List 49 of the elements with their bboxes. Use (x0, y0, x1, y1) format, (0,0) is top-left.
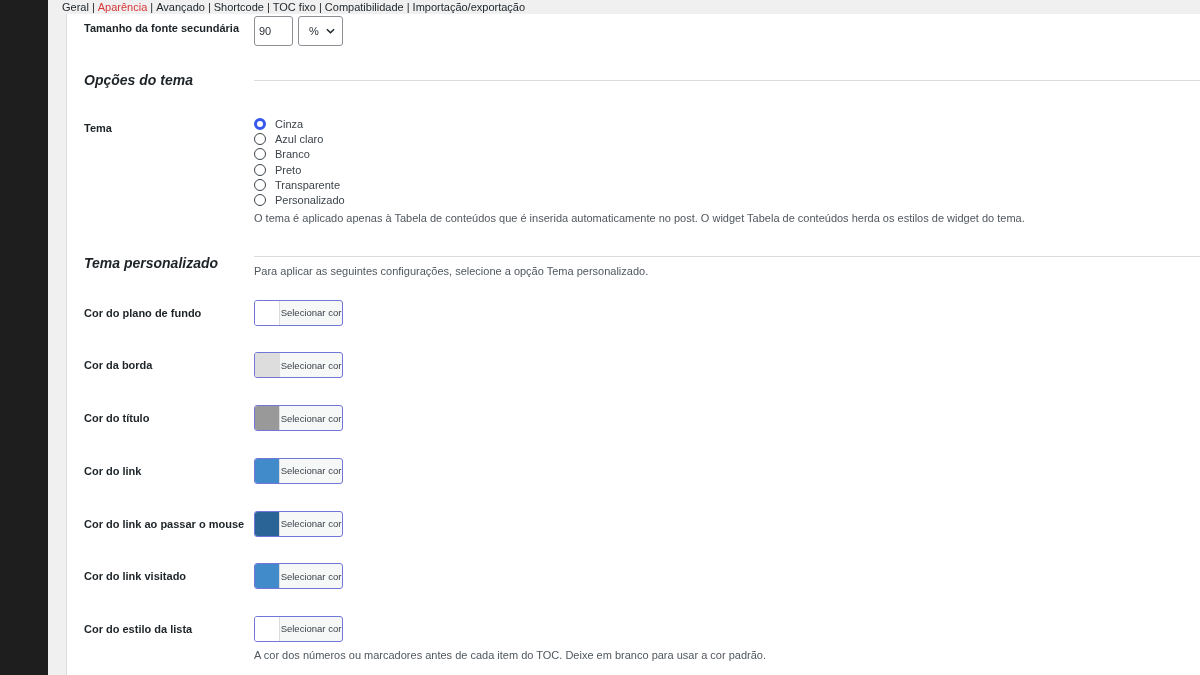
radio-button[interactable] (254, 132, 266, 145)
nav-separator: | (266, 1, 270, 13)
description-text: O tema é aplicado apenas à Tabela de conteúdos que é inserida automaticamente no post. O widget Tabela de conteúdos herda os estilos de widget do tema. (254, 210, 1026, 226)
field-label: Cor do link visitado (84, 569, 188, 585)
radio-label[interactable]: Branco (275, 147, 310, 162)
nav-tab[interactable]: Avançado (156, 1, 205, 13)
nav-separator: | (319, 1, 322, 13)
nav-separator: | (91, 1, 95, 13)
select-color-button[interactable]: Selecionar cor (254, 352, 343, 379)
field-label: Cor do plano de fundo (84, 305, 203, 321)
nav-tab[interactable]: Aparência (97, 1, 148, 13)
radio-label[interactable]: Transparente (275, 177, 341, 192)
radio-button[interactable] (254, 178, 266, 191)
nav-tab[interactable]: Geral (62, 1, 89, 13)
radio-button[interactable] (254, 117, 266, 130)
select-color-button[interactable]: Selecionar cor (254, 405, 343, 432)
description-text: Para aplicar as seguintes configurações, selecione a opção Tema personalizado. (254, 263, 650, 279)
section-heading: Opções do tema (84, 71, 194, 90)
nav-tab[interactable]: Shortcode (213, 1, 264, 13)
caret-icon (326, 28, 335, 34)
section-heading: Tema personalizado (84, 253, 220, 273)
nav-separator: | (150, 1, 154, 13)
description-text: A cor dos números ou marcadores antes de cada item do TOC. Deixe em branco para usar a cor padrão. (254, 647, 767, 663)
nav-tab[interactable]: Compatibilidade (324, 1, 404, 13)
field-label: Cor do título (84, 411, 151, 427)
select-color-button[interactable]: Selecionar cor (254, 615, 343, 642)
field-label: Tema (84, 121, 113, 136)
font-size-input[interactable]: 90 (254, 16, 293, 46)
nav-tab[interactable]: TOC fixo (272, 1, 316, 13)
select-color-button[interactable]: Selecionar cor (254, 457, 343, 484)
radio-label[interactable]: Personalizado (275, 193, 345, 208)
select-color-button[interactable]: Selecionar cor (254, 299, 343, 326)
field-label: Cor do estilo da lista (84, 621, 194, 637)
field-label: Cor da borda (84, 358, 154, 374)
nav-tab[interactable]: Importação/exportação (412, 1, 526, 13)
select-color-button[interactable]: Selecionar cor (254, 510, 343, 537)
select-color-button[interactable]: Selecionar cor (254, 563, 343, 590)
radio-button[interactable] (254, 194, 266, 207)
nav-separator: | (207, 1, 211, 13)
nav-separator: | (406, 1, 410, 13)
radio-label[interactable]: Cinza (275, 116, 304, 131)
field-label: Cor do link ao passar o mouse (84, 516, 246, 532)
radio-button[interactable] (254, 163, 266, 176)
radio-label[interactable]: Azul claro (275, 131, 324, 146)
unit-select[interactable]: % (298, 16, 343, 46)
radio-label[interactable]: Preto (275, 162, 302, 177)
field-label: Tamanho da fonte secundária (84, 21, 241, 36)
radio-button[interactable] (254, 148, 266, 161)
field-label: Cor do link (84, 463, 143, 479)
